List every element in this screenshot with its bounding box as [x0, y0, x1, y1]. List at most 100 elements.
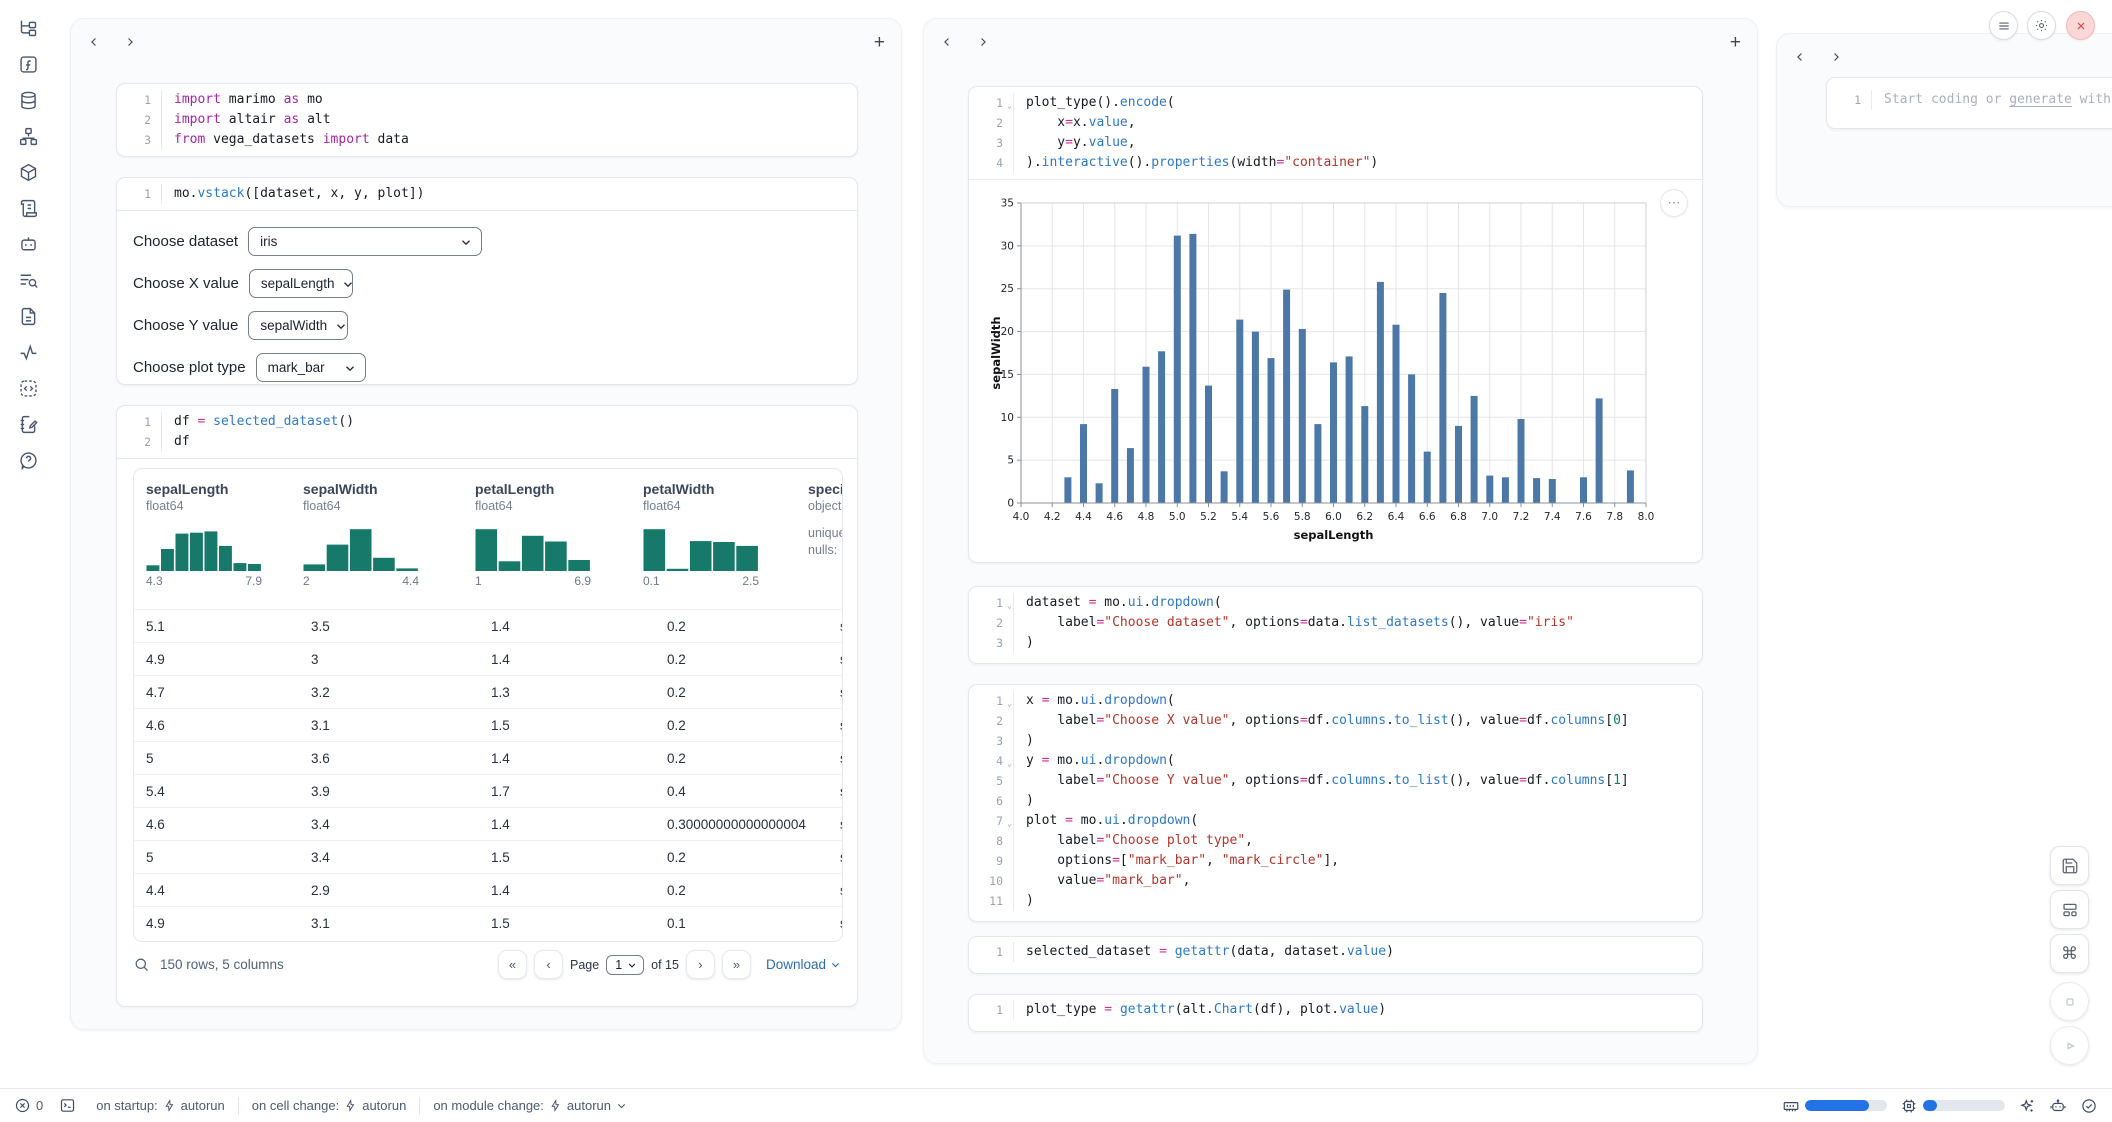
- shutdown-close-button[interactable]: [2066, 11, 2095, 40]
- list-search-icon[interactable]: [18, 270, 39, 291]
- error-count-button[interactable]: 0: [14, 1097, 43, 1114]
- network-icon[interactable]: [18, 126, 39, 147]
- dropdown-choose-dataset[interactable]: iris: [248, 227, 482, 256]
- on-module-change-setting[interactable]: on module change: autorun: [433, 1098, 627, 1113]
- column1-add-cell-button[interactable]: +: [874, 33, 885, 52]
- code-line[interactable]: 11): [969, 891, 1702, 911]
- scroll-text-icon[interactable]: [18, 198, 39, 219]
- code-line[interactable]: 3from vega_datasets import data: [117, 130, 857, 150]
- code-line[interactable]: 2 x=x.value,: [969, 113, 1702, 133]
- code-line[interactable]: 7⌄plot = mo.ui.dropdown(: [969, 811, 1702, 831]
- code-line[interactable]: 2 label="Choose X value", options=df.col…: [969, 711, 1702, 731]
- terminal-button[interactable]: [59, 1097, 76, 1114]
- code-line[interactable]: 3): [969, 633, 1702, 653]
- column-header-sepalLength[interactable]: sepalLengthfloat644.37.9: [146, 481, 303, 609]
- line-number: 2: [969, 113, 1014, 133]
- code-editor-xyplot[interactable]: 1⌄x = mo.ui.dropdown(2 label="Choose X v…: [969, 685, 1702, 917]
- function-square-icon[interactable]: [18, 54, 39, 75]
- download-button[interactable]: Download: [766, 957, 841, 972]
- code-line[interactable]: 1import marimo as mo: [117, 90, 857, 110]
- svg-text:7.8: 7.8: [1606, 511, 1623, 523]
- column-header-petalWidth[interactable]: petalWidthfloat640.12.5: [643, 481, 808, 609]
- editor-placeholder[interactable]: Start coding or generate with AI: [1872, 90, 2112, 110]
- code-line[interactable]: 1mo.vstack([dataset, x, y, plot]): [117, 184, 857, 204]
- activity-icon[interactable]: [18, 342, 39, 363]
- ai-sparkles-button[interactable]: [2018, 1097, 2036, 1115]
- keyboard-shortcuts-button[interactable]: ⌘: [2050, 934, 2089, 973]
- page-select[interactable]: 1: [606, 955, 644, 975]
- bot-message-icon[interactable]: [18, 234, 39, 255]
- last-page-button[interactable]: »: [722, 950, 751, 979]
- code-editor-dataset[interactable]: 1⌄dataset = mo.ui.dropdown(2 label="Choo…: [969, 587, 1702, 659]
- layout-toggle-button[interactable]: [2050, 890, 2089, 929]
- svg-text:0: 0: [1007, 498, 1014, 510]
- dropdown-choose-plot-type[interactable]: mark_bar: [256, 353, 366, 382]
- first-page-button[interactable]: «: [498, 950, 527, 979]
- code-line[interactable]: 2df: [117, 432, 857, 452]
- column-header-species[interactable]: speciesobjectunique:nulls:: [808, 481, 843, 609]
- code-line[interactable]: 2import altair as alt: [117, 110, 857, 130]
- next-page-button[interactable]: ›: [686, 950, 715, 979]
- code-square-icon[interactable]: [18, 378, 39, 399]
- menu-button[interactable]: [1989, 11, 2018, 40]
- column-header-sepalWidth[interactable]: sepalWidthfloat6424.4: [303, 481, 475, 609]
- line-number: 7⌄: [969, 811, 1014, 831]
- table-search-icon[interactable]: [133, 956, 150, 973]
- column3-prev-button[interactable]: [1793, 50, 1807, 64]
- code-line[interactable]: 10 value="mark_bar",: [969, 871, 1702, 891]
- code-line[interactable]: 1selected_dataset = getattr(data, datase…: [969, 942, 1702, 962]
- memory-usage-indicator[interactable]: [1782, 1097, 1887, 1115]
- code-line[interactable]: 5 label="Choose Y value", options=df.col…: [969, 771, 1702, 791]
- chart-more-options-button[interactable]: ⋯: [1660, 189, 1688, 217]
- connection-status-button[interactable]: [2080, 1097, 2098, 1115]
- notebook-pen-icon[interactable]: [18, 414, 39, 435]
- generate-with-ai-link[interactable]: generate: [2009, 92, 2072, 107]
- code-line[interactable]: 1⌄x = mo.ui.dropdown(: [969, 691, 1702, 711]
- cell-scratch: 1 Start coding or generate with AI: [1826, 77, 2112, 129]
- code-line[interactable]: 2 label="Choose dataset", options=data.l…: [969, 613, 1702, 633]
- code-editor-plot-type[interactable]: 1plot_type = getattr(alt.Chart(df), plot…: [969, 995, 1702, 1025]
- code-line[interactable]: 1plot_type = getattr(alt.Chart(df), plot…: [969, 1000, 1702, 1020]
- code-line[interactable]: 9 options=["mark_bar", "mark_circle"],: [969, 851, 1702, 871]
- code-editor-selected-dataset[interactable]: 1selected_dataset = getattr(data, datase…: [969, 937, 1702, 967]
- code-line[interactable]: 4).interactive().properties(width="conta…: [969, 153, 1702, 173]
- cpu-usage-indicator[interactable]: [1900, 1097, 2005, 1115]
- code-line[interactable]: 6): [969, 791, 1702, 811]
- dropdown-choose-y-value[interactable]: sepalWidth: [248, 311, 348, 340]
- save-button[interactable]: [2050, 846, 2089, 885]
- help-circle-icon[interactable]: [18, 450, 39, 471]
- column1-next-button[interactable]: [123, 35, 137, 49]
- page-label: Page: [570, 958, 599, 972]
- run-button[interactable]: [2050, 1026, 2089, 1065]
- code-line[interactable]: 4⌄y = mo.ui.dropdown(: [969, 751, 1702, 771]
- code-line[interactable]: 1 Start coding or generate with AI: [1827, 90, 2112, 110]
- code-editor-imports[interactable]: 1import marimo as mo2import altair as al…: [117, 84, 857, 156]
- settings-gear-button[interactable]: [2027, 11, 2056, 40]
- file-tree-icon[interactable]: [18, 18, 39, 39]
- column1-prev-button[interactable]: [87, 35, 101, 49]
- code-line[interactable]: 1⌄dataset = mo.ui.dropdown(: [969, 593, 1702, 613]
- code-editor-dataframe[interactable]: 1df = selected_dataset()2df: [117, 406, 857, 459]
- altair-bar-chart[interactable]: 4.04.24.44.64.85.05.25.45.65.86.06.26.46…: [991, 193, 1671, 543]
- code-editor-plot[interactable]: 1⌄plot_type().encode(2 x=x.value,3 y=y.v…: [969, 87, 1702, 180]
- assistant-bot-button[interactable]: [2049, 1097, 2067, 1115]
- database-icon[interactable]: [18, 90, 39, 111]
- column2-next-button[interactable]: [976, 35, 990, 49]
- on-cell-change-setting[interactable]: on cell change: autorun: [252, 1098, 407, 1113]
- prev-page-button[interactable]: ‹: [534, 950, 563, 979]
- code-editor-vstack[interactable]: 1mo.vstack([dataset, x, y, plot]): [117, 178, 857, 211]
- code-line[interactable]: 1df = selected_dataset(): [117, 412, 857, 432]
- file-text-icon[interactable]: [18, 306, 39, 327]
- code-line[interactable]: 3): [969, 731, 1702, 751]
- column3-next-button[interactable]: [1829, 50, 1843, 64]
- column-header-petalLength[interactable]: petalLengthfloat6416.9: [475, 481, 643, 609]
- code-line[interactable]: 8 label="Choose plot type",: [969, 831, 1702, 851]
- package-icon[interactable]: [18, 162, 39, 183]
- stop-button[interactable]: [2050, 982, 2089, 1021]
- code-line[interactable]: 3 y=y.value,: [969, 133, 1702, 153]
- dropdown-choose-x-value[interactable]: sepalLength: [249, 269, 353, 298]
- column2-prev-button[interactable]: [940, 35, 954, 49]
- column2-add-cell-button[interactable]: +: [1730, 33, 1741, 52]
- code-line[interactable]: 1⌄plot_type().encode(: [969, 93, 1702, 113]
- on-startup-setting[interactable]: on startup: autorun: [96, 1098, 225, 1113]
